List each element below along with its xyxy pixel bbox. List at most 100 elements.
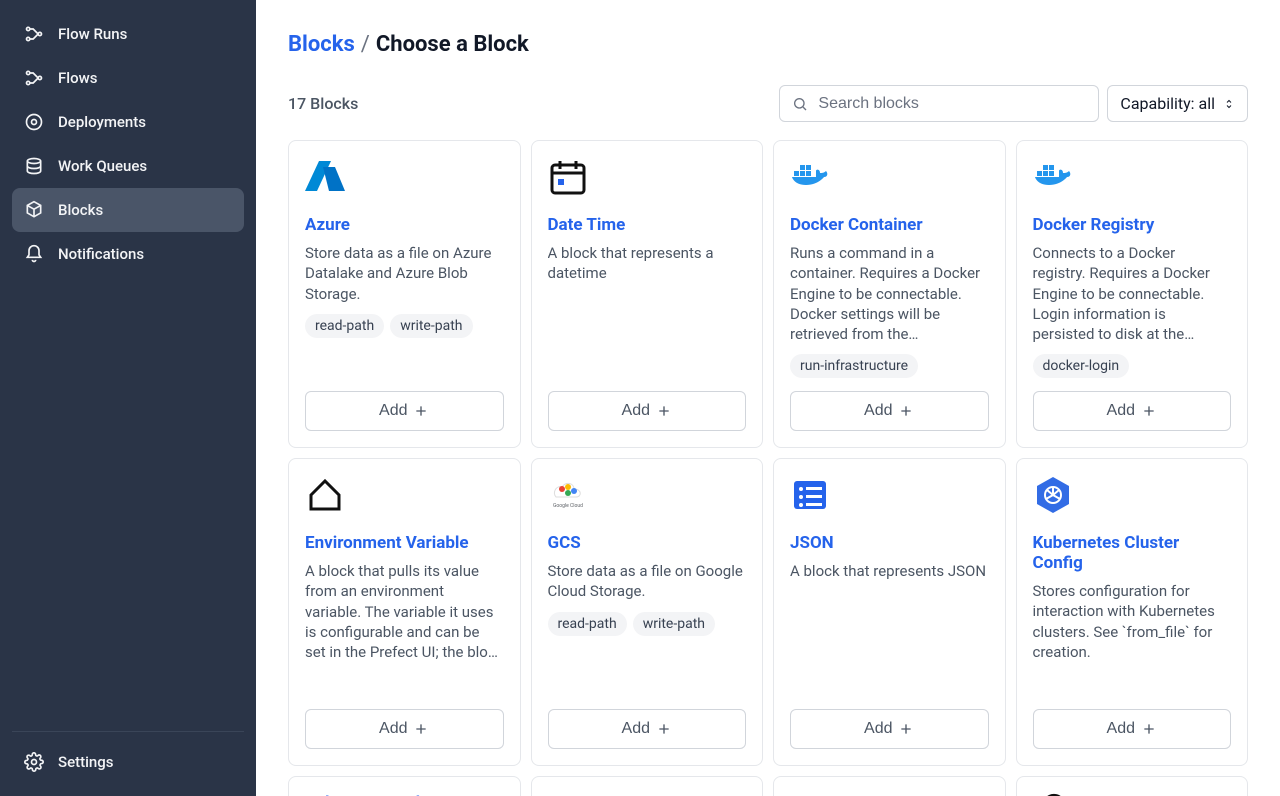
card-title[interactable]: Azure	[305, 215, 504, 235]
card-tags: run-infrastructure	[790, 354, 989, 378]
sidebar-label: Flows	[58, 69, 97, 87]
add-button[interactable]: Add	[1033, 709, 1232, 749]
breadcrumb-root[interactable]: Blocks	[288, 32, 355, 57]
block-card-docker-container: Docker Container Runs a command in a con…	[773, 140, 1006, 448]
sidebar: Flow Runs Flows Deployments Work Queues …	[0, 0, 256, 796]
plus-icon	[898, 403, 914, 419]
sidebar-item-work-queues[interactable]: Work Queues	[12, 144, 244, 188]
plus-icon	[1141, 403, 1157, 419]
flow-runs-icon	[24, 24, 44, 44]
gcs-icon: Google Cloud	[548, 475, 588, 515]
breadcrumb-current: Choose a Block	[376, 32, 529, 57]
add-button[interactable]: Add	[548, 391, 747, 431]
blocks-icon	[24, 200, 44, 220]
card-tags: read-path write-path	[548, 612, 747, 636]
block-card-date-time: Date Time A block that represents a date…	[531, 140, 764, 448]
plus-icon	[413, 721, 429, 737]
block-card-azure: Azure Store data as a file on Azure Data…	[288, 140, 521, 448]
svg-text:Google Cloud: Google Cloud	[553, 503, 583, 509]
home-icon	[305, 475, 345, 515]
sidebar-label: Work Queues	[58, 157, 147, 175]
card-desc: Connects to a Docker registry. Requires …	[1033, 243, 1232, 344]
tag: write-path	[633, 612, 715, 636]
sidebar-item-deployments[interactable]: Deployments	[12, 100, 244, 144]
blocks-grid: Azure Store data as a file on Azure Data…	[288, 140, 1248, 796]
tag: read-path	[548, 612, 627, 636]
kubernetes-icon	[1033, 475, 1073, 515]
card-desc: Store data as a file on Azure Datalake a…	[305, 243, 504, 304]
tag: read-path	[305, 314, 384, 338]
add-button[interactable]: Add	[1033, 391, 1232, 431]
block-card-cloud	[1016, 776, 1249, 796]
search-wrap[interactable]	[779, 85, 1099, 122]
block-card-folder	[531, 776, 764, 796]
main-content: Blocks/Choose a Block 17 Blocks Capabili…	[256, 0, 1280, 796]
deployments-icon	[24, 112, 44, 132]
card-title[interactable]: Environment Variable	[305, 533, 504, 553]
add-button[interactable]: Add	[790, 709, 989, 749]
block-card-json: JSON A block that represents JSON Add	[773, 458, 1006, 766]
plus-icon	[1141, 721, 1157, 737]
sidebar-nav: Flow Runs Flows Deployments Work Queues …	[12, 12, 244, 723]
card-tags: docker-login	[1033, 354, 1232, 378]
sidebar-label: Blocks	[58, 201, 103, 219]
json-icon	[790, 475, 830, 515]
notifications-icon	[24, 244, 44, 264]
cloud-icon	[1033, 789, 1073, 796]
work-queues-icon	[24, 156, 44, 176]
block-card-gcs: Google Cloud GCS Store data as a file on…	[531, 458, 764, 766]
card-desc: A block that represents JSON	[790, 561, 989, 581]
sidebar-item-blocks[interactable]: Blocks	[12, 188, 244, 232]
card-desc: Store data as a file on Google Cloud Sto…	[548, 561, 747, 602]
flows-icon	[24, 68, 44, 88]
sidebar-bottom: Settings	[12, 731, 244, 784]
block-card-docker-registry: Docker Registry Connects to a Docker reg…	[1016, 140, 1249, 448]
calendar-icon	[548, 157, 588, 197]
block-card-kubernetes-cluster-config: Kubernetes Cluster Config Stores configu…	[1016, 458, 1249, 766]
tag: docker-login	[1033, 354, 1130, 378]
plus-icon	[656, 721, 672, 737]
sidebar-label: Flow Runs	[58, 25, 127, 43]
block-card-environment-variable: Environment Variable A block that pulls …	[288, 458, 521, 766]
docker-icon	[1033, 157, 1073, 197]
block-card-process: Process	[773, 776, 1006, 796]
search-input[interactable]	[818, 95, 1086, 113]
search-icon	[792, 96, 808, 112]
controls-right: Capability: all	[779, 85, 1248, 122]
azure-icon	[305, 157, 345, 197]
card-desc: A block that represents a datetime	[548, 243, 747, 284]
plus-icon	[413, 403, 429, 419]
add-button[interactable]: Add	[305, 391, 504, 431]
block-count: 17 Blocks	[288, 94, 358, 113]
card-tags: read-path write-path	[305, 314, 504, 338]
card-title[interactable]: GCS	[548, 533, 747, 553]
plus-icon	[898, 721, 914, 737]
folder-icon	[548, 789, 588, 796]
card-title[interactable]: Kubernetes Cluster Config	[1033, 533, 1232, 573]
tag: run-infrastructure	[790, 354, 918, 378]
sidebar-item-flow-runs[interactable]: Flow Runs	[12, 12, 244, 56]
capability-select[interactable]: Capability: all	[1107, 85, 1248, 122]
add-button[interactable]: Add	[548, 709, 747, 749]
block-card-kubernetes-job: Kubernetes Job	[288, 776, 521, 796]
breadcrumb: Blocks/Choose a Block	[288, 32, 1248, 57]
card-desc: Stores configuration for interaction wit…	[1033, 581, 1232, 662]
card-title[interactable]: Docker Container	[790, 215, 989, 235]
card-title[interactable]: Docker Registry	[1033, 215, 1232, 235]
card-desc: A block that pulls its value from an env…	[305, 561, 504, 662]
sidebar-item-notifications[interactable]: Notifications	[12, 232, 244, 276]
sidebar-item-flows[interactable]: Flows	[12, 56, 244, 100]
breadcrumb-separator: /	[355, 32, 376, 57]
card-title[interactable]: Date Time	[548, 215, 747, 235]
card-desc: Runs a command in a container. Requires …	[790, 243, 989, 344]
card-title[interactable]: JSON	[790, 533, 989, 553]
capability-label: Capability: all	[1120, 94, 1215, 113]
gear-icon	[24, 752, 44, 772]
add-button[interactable]: Add	[790, 391, 989, 431]
sidebar-label: Notifications	[58, 245, 144, 263]
add-button[interactable]: Add	[305, 709, 504, 749]
sidebar-label: Settings	[58, 753, 114, 771]
tag: write-path	[390, 314, 472, 338]
sidebar-item-settings[interactable]: Settings	[12, 740, 244, 784]
controls-bar: 17 Blocks Capability: all	[288, 85, 1248, 122]
